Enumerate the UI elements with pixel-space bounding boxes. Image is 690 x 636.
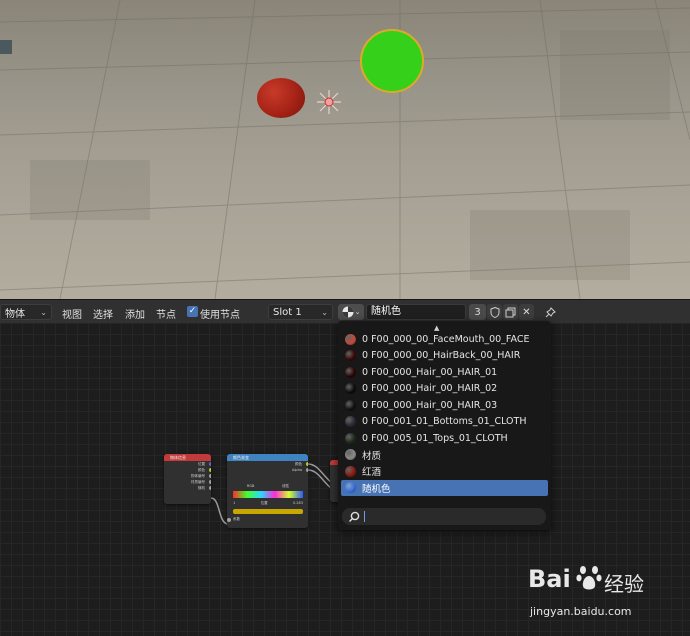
pin-icon[interactable] [541, 304, 559, 320]
ramp-position-row[interactable]: 1 位置 0.283 [233, 501, 303, 506]
material-item-label: 材质 [362, 450, 382, 462]
red-sphere-object[interactable] [257, 78, 305, 118]
unlink-material-close-icon[interactable]: ✕ [519, 304, 534, 320]
ramp-stop-index[interactable]: 1 [233, 501, 235, 506]
material-swatch-icon [345, 449, 356, 460]
material-item-label: 0 F00_001_01_Bottoms_01_CLOTH [362, 416, 527, 427]
fake-user-shield-icon[interactable] [487, 304, 502, 320]
ramp-stop-color[interactable] [233, 509, 303, 514]
user-count-badge[interactable]: 3 [469, 304, 486, 320]
material-list-item[interactable]: 0 F00_005_01_Tops_01_CLOTH [341, 430, 548, 446]
use-nodes-label[interactable]: 使用节点 [200, 306, 240, 321]
material-item-label: 0 F00_000_00_HairBack_00_HAIR [362, 350, 521, 361]
paw-icon [576, 566, 602, 590]
color-ramp-gradient[interactable] [233, 491, 303, 498]
green-sphere-object[interactable] [360, 29, 424, 93]
watermark-url: jingyan.baidu.com [530, 605, 632, 618]
ramp-color-mode[interactable]: RGB [247, 484, 255, 489]
node-output-alpha[interactable]: Alpha [227, 467, 308, 473]
material-swatch-icon [345, 482, 356, 493]
text-caret [364, 511, 365, 522]
material-name-field[interactable]: 随机色 [366, 304, 466, 320]
ramp-mode-row[interactable]: RGB 线性 [233, 484, 303, 489]
material-list-item[interactable]: 材质 [341, 447, 548, 463]
material-swatch-icon [345, 333, 356, 345]
material-list-item[interactable]: 红酒 [341, 463, 548, 479]
material-swatch-icon [345, 465, 356, 477]
material-item-label: 0 F00_000_Hair_00_HAIR_01 [362, 366, 498, 378]
material-browse-dropdown: ▲ 0 F00_000_00_FaceMouth_00_FACE 0 F00_00… [338, 321, 551, 530]
material-swatch-icon [345, 432, 356, 444]
duplicate-material-icon[interactable] [503, 304, 518, 320]
material-swatch-icon [345, 366, 356, 378]
material-sphere-icon [342, 306, 354, 318]
menu-view[interactable]: 视图 [62, 306, 82, 321]
material-list-item[interactable]: 0 F00_000_00_HairBack_00_HAIR [341, 348, 548, 364]
material-swatch-icon [345, 350, 356, 361]
node-title: 物体信息 [164, 454, 211, 461]
object-mode-select[interactable]: 物体 ⌄ [0, 304, 52, 320]
material-list-item[interactable]: 0 F00_000_Hair_00_HAIR_01 [341, 364, 548, 380]
node-title: 颜色渐变 [227, 454, 308, 461]
material-list-item[interactable]: 随机色 [341, 479, 548, 496]
material-item-label: 随机色 [362, 483, 391, 495]
menu-select[interactable]: 选择 [93, 306, 113, 321]
browse-material-button[interactable]: ⌄ [338, 304, 364, 320]
material-swatch-icon [345, 383, 356, 394]
light-gizmo-icon[interactable] [315, 88, 343, 116]
watermark-brand: Bai [528, 565, 571, 593]
material-item-label: 0 F00_005_01_Tops_01_CLOTH [362, 432, 508, 444]
material-swatch-icon [345, 399, 356, 411]
material-search-field[interactable] [342, 508, 546, 525]
material-list-item[interactable]: 0 F00_001_01_Bottoms_01_CLOTH [341, 414, 548, 430]
node-editor-header: 物体 ⌄ 视图 选择 添加 节点 ✓ 使用节点 Slot 1 ⌄ ⌄ 随机色 3… [0, 299, 690, 323]
slot-label: Slot 1 [273, 306, 302, 318]
slot-select[interactable]: Slot 1 ⌄ [268, 304, 333, 320]
object-info-node[interactable]: 物体信息 位置 颜色 物体编号 材质编号 随机 [164, 454, 211, 504]
chevron-down-icon: ⌄ [321, 307, 328, 317]
material-item-label: 0 F00_000_Hair_00_HAIR_03 [362, 399, 498, 411]
3d-viewport[interactable] [0, 0, 690, 299]
material-list-item[interactable]: 0 F00_000_Hair_00_HAIR_02 [341, 381, 548, 397]
material-list-item[interactable]: 0 F00_000_00_FaceMouth_00_FACE [341, 331, 548, 347]
chevron-down-icon: ⌄ [354, 308, 361, 316]
search-icon [349, 511, 360, 522]
menu-add[interactable]: 添加 [125, 306, 145, 321]
watermark-brand-tail: 经验 [604, 572, 644, 596]
floor-texture [0, 0, 690, 299]
node-output-random[interactable]: 随机 [164, 485, 211, 491]
ramp-interpolation[interactable]: 线性 [282, 484, 289, 489]
chevron-down-icon: ⌄ [40, 307, 47, 317]
baidu-jingyan-watermark: Bai 经验 jingyan.baidu.com [528, 561, 678, 627]
color-ramp-node[interactable]: 颜色渐变 颜色 Alpha RGB 线性 1 位置 0.283 系数 [227, 454, 308, 528]
material-swatch-icon [345, 416, 356, 427]
node-input-factor[interactable]: 系数 [227, 517, 240, 522]
material-item-label: 红酒 [362, 467, 382, 478]
material-list-item[interactable]: 0 F00_000_Hair_00_HAIR_03 [341, 397, 548, 413]
object-mode-label: 物体 [5, 308, 25, 320]
material-item-label: 0 F00_000_Hair_00_HAIR_02 [362, 383, 498, 394]
material-item-label: 0 F00_000_00_FaceMouth_00_FACE [362, 333, 530, 345]
menu-node[interactable]: 节点 [156, 306, 176, 321]
ramp-position-value[interactable]: 0.283 [293, 501, 303, 506]
ramp-position-label: 位置 [260, 501, 268, 505]
use-nodes-checkbox[interactable]: ✓ [187, 306, 198, 317]
